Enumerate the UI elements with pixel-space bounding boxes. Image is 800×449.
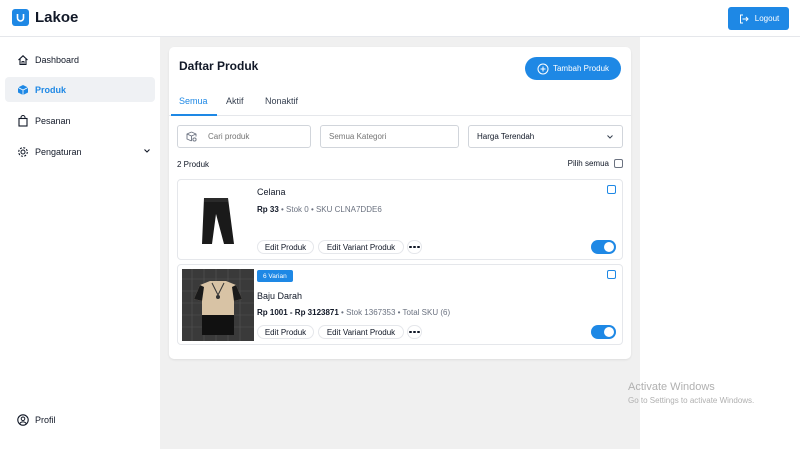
search-field[interactable] [177, 125, 311, 148]
user-circle-icon [17, 413, 29, 426]
edit-product-button[interactable]: Edit Produk [257, 240, 314, 254]
app-logo[interactable]: Lakoe [12, 9, 78, 26]
edit-product-button[interactable]: Edit Produk [257, 325, 314, 339]
search-input[interactable] [208, 132, 298, 141]
product-meta: Rp 33 • Stok 0 • SKU CLNA7DDE6 [257, 205, 382, 214]
active-toggle[interactable] [591, 325, 616, 339]
sort-select[interactable]: Harga Terendah [468, 125, 623, 148]
active-tab-indicator [171, 114, 217, 116]
active-toggle[interactable] [591, 240, 616, 254]
page-title: Daftar Produk [179, 59, 259, 73]
product-checkbox[interactable] [607, 270, 616, 279]
logout-button[interactable]: Logout [728, 7, 789, 30]
product-checkbox[interactable] [607, 185, 616, 194]
tab-aktif[interactable]: Aktif [226, 96, 244, 106]
sort-value: Harga Terendah [477, 132, 535, 141]
category-field[interactable] [320, 125, 459, 148]
box-search-icon [186, 131, 198, 143]
top-header: Lakoe Logout [0, 0, 800, 37]
sidebar-item-produk[interactable]: Produk [5, 77, 155, 102]
product-stock-sku: • Stok 0 • SKU CLNA7DDE6 [278, 205, 382, 214]
product-meta: Rp 1001 - Rp 3123871 • Stok 1367353 • To… [257, 308, 450, 317]
sidebar-item-label: Profil [35, 414, 56, 425]
variant-badge: 6 Varian [257, 270, 293, 282]
chevron-down-icon [606, 133, 614, 143]
windows-activation-subtitle: Go to Settings to activate Windows. [628, 396, 755, 405]
app-name: Lakoe [35, 9, 79, 26]
sidebar-item-profil[interactable]: Profil [5, 407, 155, 432]
add-product-button[interactable]: Tambah Produk [525, 57, 621, 80]
product-row: 6 Varian Baju Darah Rp 1001 - Rp 3123871… [177, 264, 623, 345]
tab-nonaktif[interactable]: Nonaktif [265, 96, 298, 106]
edit-variant-button[interactable]: Edit Variant Produk [318, 325, 404, 339]
product-image [182, 184, 254, 256]
sidebar-item-dashboard[interactable]: Dashboard [5, 47, 155, 72]
select-all[interactable]: Pilih semua [568, 159, 623, 168]
product-row: Celana Rp 33 • Stok 0 • SKU CLNA7DDE6 Ed… [177, 179, 623, 260]
product-price: Rp 1001 - Rp 3123871 [257, 308, 339, 317]
windows-activation-title: Activate Windows [628, 381, 715, 393]
chevron-down-icon [143, 147, 151, 157]
tab-semua[interactable]: Semua [179, 96, 208, 106]
product-name: Celana [257, 187, 286, 197]
box-icon [17, 84, 29, 96]
sidebar: Dashboard Produk Pesanan Pengaturan Prof… [0, 37, 160, 449]
product-list-card: Daftar Produk Tambah Produk Semua Aktif … [169, 47, 631, 359]
sidebar-item-pengaturan[interactable]: Pengaturan [5, 139, 155, 164]
product-image [182, 269, 254, 341]
select-all-checkbox[interactable] [614, 159, 623, 168]
sidebar-item-pesanan[interactable]: Pesanan [5, 108, 155, 133]
main-content: Daftar Produk Tambah Produk Semua Aktif … [160, 37, 640, 449]
product-count: 2 Produk [177, 160, 210, 169]
product-name: Baju Darah [257, 291, 303, 301]
add-product-label: Tambah Produk [552, 64, 610, 73]
more-options-icon[interactable] [407, 325, 422, 339]
edit-variant-button[interactable]: Edit Variant Produk [318, 240, 404, 254]
sidebar-item-label: Produk [35, 84, 67, 95]
more-options-icon[interactable] [407, 240, 422, 254]
logout-label: Logout [754, 14, 780, 23]
tab-bar: Semua Aktif Nonaktif [169, 93, 631, 116]
category-input[interactable] [329, 132, 419, 141]
plus-circle-icon [537, 63, 549, 75]
sidebar-item-label: Pengaturan [35, 146, 82, 157]
product-stock-sku: • Stok 1367353 • Total SKU (6) [338, 308, 451, 317]
sidebar-item-label: Dashboard [35, 54, 80, 65]
home-icon [17, 54, 29, 66]
logo-icon [12, 9, 29, 26]
select-all-label: Pilih semua [567, 159, 609, 168]
product-price: Rp 33 [257, 205, 279, 214]
gear-icon [17, 146, 29, 158]
shopping-bag-icon [17, 114, 29, 127]
logout-icon [738, 13, 750, 25]
sidebar-item-label: Pesanan [35, 115, 71, 126]
